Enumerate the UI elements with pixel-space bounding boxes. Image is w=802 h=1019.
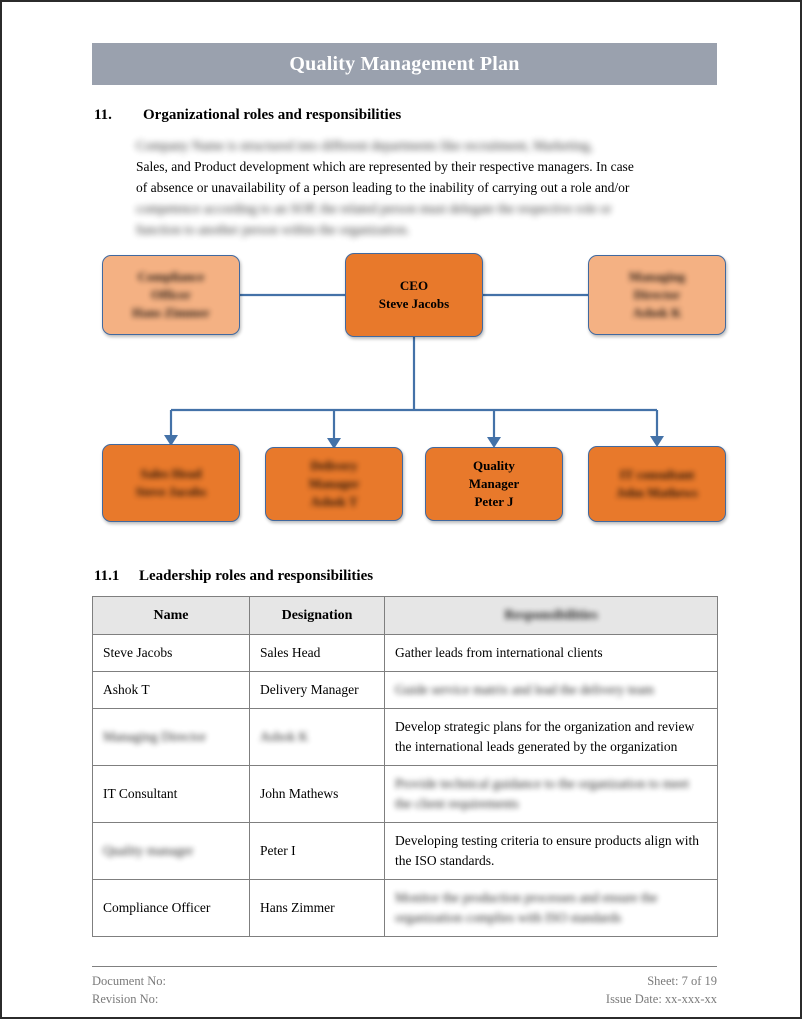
table-row: IT Consultant John Mathews Provide technic…	[92, 765, 718, 823]
table-row: Managing Director Ashok K Develop strategi…	[92, 708, 718, 766]
section-11-number: 11.	[94, 107, 112, 123]
designation-cell: Hans Zimmer	[249, 879, 385, 937]
intro-paragraph: Company Name is structured into differen…	[136, 135, 718, 240]
document-title-banner: Quality Management Plan	[92, 43, 717, 85]
designation-cell: Peter I	[249, 822, 385, 880]
name-cell: Compliance Officer	[92, 879, 250, 937]
name-cell: Ashok T	[92, 671, 250, 709]
org-node-managing-director: Managing Director Ashok K	[588, 255, 726, 335]
org-node-label: CEO Steve Jacobs	[378, 278, 450, 311]
table-header-row: Name Designation Responsibilities	[92, 596, 718, 635]
designation-cell: Sales Head	[249, 634, 385, 672]
page-footer: Document No: Sheet: 7 of 19 Revision No:…	[92, 966, 717, 1008]
name-cell: IT Consultant	[92, 765, 250, 823]
org-node-compliance-officer: Compliance Officer Hans Zimmer	[102, 255, 240, 335]
table-row: Ashok T Delivery Manager Guide service mat…	[92, 671, 718, 709]
leadership-roles-table: Name Designation Responsibilities Steve Ja…	[92, 596, 718, 937]
document-title: Quality Management Plan	[289, 52, 520, 75]
responsibility-cell: Developing testing criteria to ensure pr…	[384, 822, 718, 880]
designation-cell: Delivery Manager	[249, 671, 385, 709]
issue-date: Issue Date: xx-xxx-xx	[605, 992, 717, 1006]
footer-row-bottom: Revision No: Issue Date: xx-xxx-xx	[92, 990, 717, 1008]
table-column-header-3: Responsibilities	[384, 596, 718, 635]
sheet-number: Sheet: 7 of 19	[647, 974, 717, 988]
org-node-label: Quality Manager Peter J	[468, 458, 520, 509]
document-no-label: Document No:	[92, 974, 166, 988]
document-page: Quality Management Plan 11. Organization…	[0, 0, 802, 1019]
table-header: Name Designation Responsibilities	[92, 596, 718, 635]
responsibility-cell: Guide service matrix and lead the delive…	[384, 671, 718, 709]
section-11-title: Organizational roles and responsibilitie…	[143, 107, 402, 123]
paragraph-line-3: of absence or unavailability of a person…	[136, 180, 630, 195]
org-node-delivery-manager: Delivery Manager Ashok T	[265, 447, 403, 521]
designation-cell: Ashok K	[249, 708, 385, 766]
paragraph-line-5: function to another person within the or…	[136, 222, 410, 237]
responsibility-cell: Develop strategic plans for the organiza…	[384, 708, 718, 766]
section-11-1-number: 11.1	[94, 568, 120, 584]
org-node-label: Sales Head Steve Jacobs	[135, 466, 207, 499]
org-node-sales-head: Sales Head Steve Jacobs	[102, 444, 240, 522]
org-node-ceo: CEO Steve Jacobs	[345, 253, 483, 337]
paragraph-line-4: competence according to an SOP, the rela…	[136, 201, 612, 216]
table-row: Quality manager Peter I Developing testing…	[92, 822, 718, 880]
revision-no-label: Revision No:	[92, 992, 159, 1006]
table-row: Compliance Officer Hans Zimmer Monitor the…	[92, 879, 718, 937]
table-body: Steve Jacobs Sales Head Gather leads from …	[92, 634, 718, 937]
table-column-header-1: Name	[92, 596, 250, 635]
footer-row-top: Document No: Sheet: 7 of 19	[92, 972, 717, 990]
designation-cell: John Mathews	[249, 765, 385, 823]
responsibility-cell: Provide technical guidance to the organi…	[384, 765, 718, 823]
table-column-header-2: Designation	[249, 596, 385, 635]
responsibility-cell: Gather leads from international clients	[384, 634, 718, 672]
organization-chart: Compliance Officer Hans Zimmer CEO Steve Jac…	[92, 247, 726, 537]
paragraph-line-2: Sales, and Product development which are…	[136, 159, 634, 174]
org-node-it-consultant: IT consultant John Mathews	[588, 446, 726, 522]
responsibility-cell: Monitor the production processes and ens…	[384, 879, 718, 937]
org-node-quality-manager: Quality Manager Peter J	[425, 447, 563, 521]
org-node-label: IT consultant John Mathews	[616, 467, 698, 500]
table-row: Steve Jacobs Sales Head Gather leads from …	[92, 634, 718, 672]
org-node-label: Delivery Manager Ashok T	[308, 458, 360, 509]
org-node-label: Compliance Officer Hans Zimmer	[132, 269, 210, 320]
name-cell: Quality manager	[92, 822, 250, 880]
name-cell: Steve Jacobs	[92, 634, 250, 672]
name-cell: Managing Director	[92, 708, 250, 766]
section-11-1-title: Leadership roles and responsibilities	[139, 568, 374, 584]
org-node-label: Managing Director Ashok K	[628, 269, 686, 320]
paragraph-line-1: Company Name is structured into differen…	[136, 138, 593, 153]
